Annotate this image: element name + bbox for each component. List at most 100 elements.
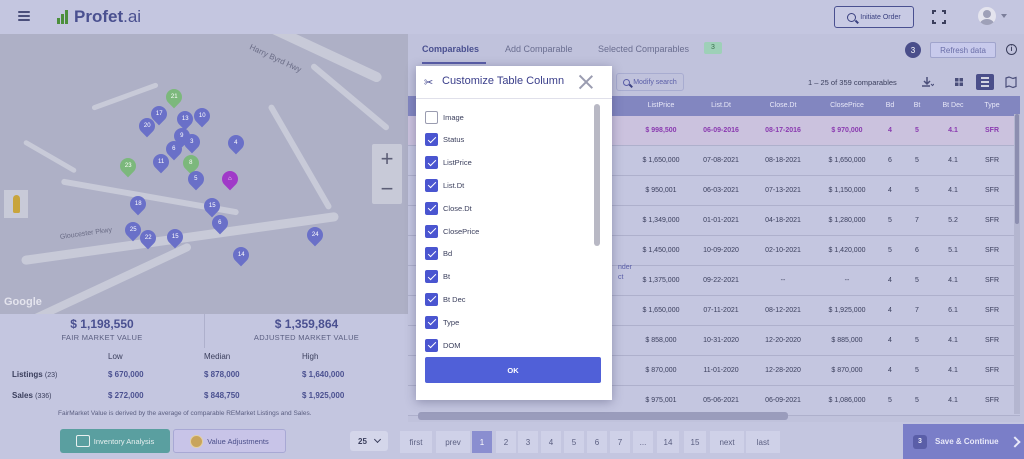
column-option[interactable]: Type <box>425 315 459 329</box>
pagination-item[interactable]: 2 <box>496 431 516 453</box>
pagination-item[interactable]: next <box>710 431 744 453</box>
table-cell: SFR <box>985 187 999 194</box>
tab-selected-comparables[interactable]: Selected Comparables <box>598 44 689 54</box>
table-cell: 04-18-2021 <box>765 217 801 224</box>
close-icon[interactable] <box>578 74 594 90</box>
map-pin[interactable]: 23 <box>116 154 140 178</box>
column-checkbox[interactable] <box>425 133 438 147</box>
column-option[interactable]: Close.Dt <box>425 201 472 215</box>
table-cell: $ 1,420,000 <box>828 247 866 254</box>
zoom-in-button[interactable]: + <box>372 144 402 174</box>
column-option[interactable]: ClosePrice <box>425 224 479 238</box>
column-option-label: ListPrice <box>443 158 472 168</box>
map-pin[interactable]: 24 <box>303 223 327 247</box>
column-option[interactable]: List.Dt <box>425 178 464 192</box>
table-cell: SFR <box>985 367 999 374</box>
table-cell: 12-28-2020 <box>765 367 801 374</box>
table-horizontal-scrollbar[interactable] <box>418 412 788 420</box>
th-list-dt[interactable]: List.Dt <box>698 102 744 109</box>
column-option[interactable]: Image <box>425 110 464 124</box>
dialog-scrollbar[interactable] <box>594 104 600 246</box>
column-checkbox[interactable] <box>425 224 438 238</box>
column-checkbox[interactable] <box>425 292 438 306</box>
inventory-analysis-button[interactable]: Inventory Analysis <box>60 429 170 453</box>
column-option[interactable]: ListPrice <box>425 156 472 170</box>
zoom-out-button[interactable]: − <box>372 174 402 204</box>
inventory-analysis-label: Inventory Analysis <box>93 436 155 446</box>
th-close-dt[interactable]: Close.Dt <box>756 102 810 109</box>
adjusted-market-label: ADJUSTED MARKET VALUE <box>253 333 360 342</box>
inventory-icon <box>75 435 90 447</box>
th-bt-dec[interactable]: Bt Dec <box>938 102 968 109</box>
column-checkbox[interactable] <box>425 110 438 124</box>
column-option[interactable]: Status <box>425 133 464 147</box>
table-cell: 4 <box>888 277 892 284</box>
map-pin[interactable]: 13 <box>173 107 197 131</box>
table-cell: $ 950,001 <box>645 187 677 194</box>
column-checkbox[interactable] <box>425 156 438 170</box>
column-option[interactable]: Bt Dec <box>425 292 466 306</box>
pagination-item[interactable]: 7 <box>610 431 630 453</box>
tab-add-comparable[interactable]: Add Comparable <box>505 44 573 54</box>
save-continue-button[interactable]: 3 Save & Continue <box>903 424 1024 459</box>
info-icon[interactable]: i <box>1006 44 1017 55</box>
target-property-pin[interactable]: ⌂ <box>218 167 242 191</box>
pagination-item[interactable]: first <box>400 431 432 453</box>
th-bt[interactable]: Bt <box>908 102 926 109</box>
pagination-item[interactable]: 6 <box>587 431 607 453</box>
column-option[interactable]: Bd <box>425 247 452 261</box>
comparables-map[interactable]: Harry Byrd Hwy Gloucester Pkwy 21 17 20 … <box>0 34 408 314</box>
column-option[interactable]: DOM <box>425 338 461 352</box>
column-checkbox[interactable] <box>425 178 438 192</box>
table-cell: 10-09-2020 <box>703 247 739 254</box>
column-checkbox[interactable] <box>425 270 438 284</box>
map-pin[interactable]: 14 <box>229 243 253 267</box>
modify-search-button[interactable]: Modify search <box>616 73 684 91</box>
pagination-item[interactable]: 14 <box>657 431 679 453</box>
grid-view-icon[interactable] <box>952 75 966 89</box>
street-view-icon[interactable] <box>4 190 28 218</box>
menu-icon[interactable] <box>18 11 30 21</box>
pagination-item[interactable]: prev <box>436 431 470 453</box>
refresh-data-button[interactable]: Refresh data <box>930 42 996 58</box>
tab-comparables[interactable]: Comparables <box>422 44 479 54</box>
logo-text: Profet <box>74 7 124 26</box>
th-listprice[interactable]: ListPrice <box>638 102 684 109</box>
pagination-item[interactable]: last <box>746 431 780 453</box>
pagination-item[interactable]: 1 <box>472 431 492 453</box>
table-vertical-scrollbar[interactable] <box>1014 114 1020 414</box>
pagination-item[interactable]: 5 <box>564 431 584 453</box>
fair-market-value: $ 1,198,550 FAIR MARKET VALUE <box>0 314 204 348</box>
column-checkbox[interactable] <box>425 338 438 352</box>
download-icon[interactable] <box>920 75 935 89</box>
map-pin[interactable]: 4 <box>224 131 248 155</box>
value-adjustments-button[interactable]: Value Adjustments <box>173 429 286 453</box>
adjusted-market-amount: $ 1,359,864 <box>274 317 339 331</box>
table-cell: $ 1,450,000 <box>642 247 680 254</box>
column-checkbox[interactable] <box>425 247 438 261</box>
chevron-down-icon[interactable] <box>1001 14 1007 18</box>
map-pin[interactable]: 10 <box>190 104 214 128</box>
th-bd[interactable]: Bd <box>881 102 899 109</box>
map-pin[interactable]: 21 <box>162 85 186 109</box>
table-cell: 4 <box>888 337 892 344</box>
th-type[interactable]: Type <box>980 102 1004 109</box>
initiate-order-button[interactable]: Initiate Order <box>834 6 914 28</box>
pagination-item[interactable]: 15 <box>684 431 706 453</box>
logo[interactable]: Profet .ai <box>56 7 141 27</box>
table-cell: $ 1,150,000 <box>828 187 866 194</box>
pagination-item[interactable]: 3 <box>518 431 538 453</box>
map-view-icon[interactable] <box>1004 75 1018 89</box>
pagination-item[interactable]: 4 <box>541 431 561 453</box>
column-option[interactable]: Bt <box>425 270 450 284</box>
column-checkbox[interactable] <box>425 315 438 329</box>
pagination-item[interactable]: ... <box>633 431 653 453</box>
fullscreen-icon[interactable] <box>932 10 946 24</box>
avatar[interactable] <box>978 7 996 25</box>
column-checkbox[interactable] <box>425 201 438 215</box>
per-page-select[interactable]: 25 <box>350 431 388 451</box>
table-cell: 4 <box>888 127 892 134</box>
th-closeprice[interactable]: ClosePrice <box>818 102 876 109</box>
list-view-icon[interactable] <box>976 74 994 90</box>
ok-button[interactable]: OK <box>425 357 601 383</box>
